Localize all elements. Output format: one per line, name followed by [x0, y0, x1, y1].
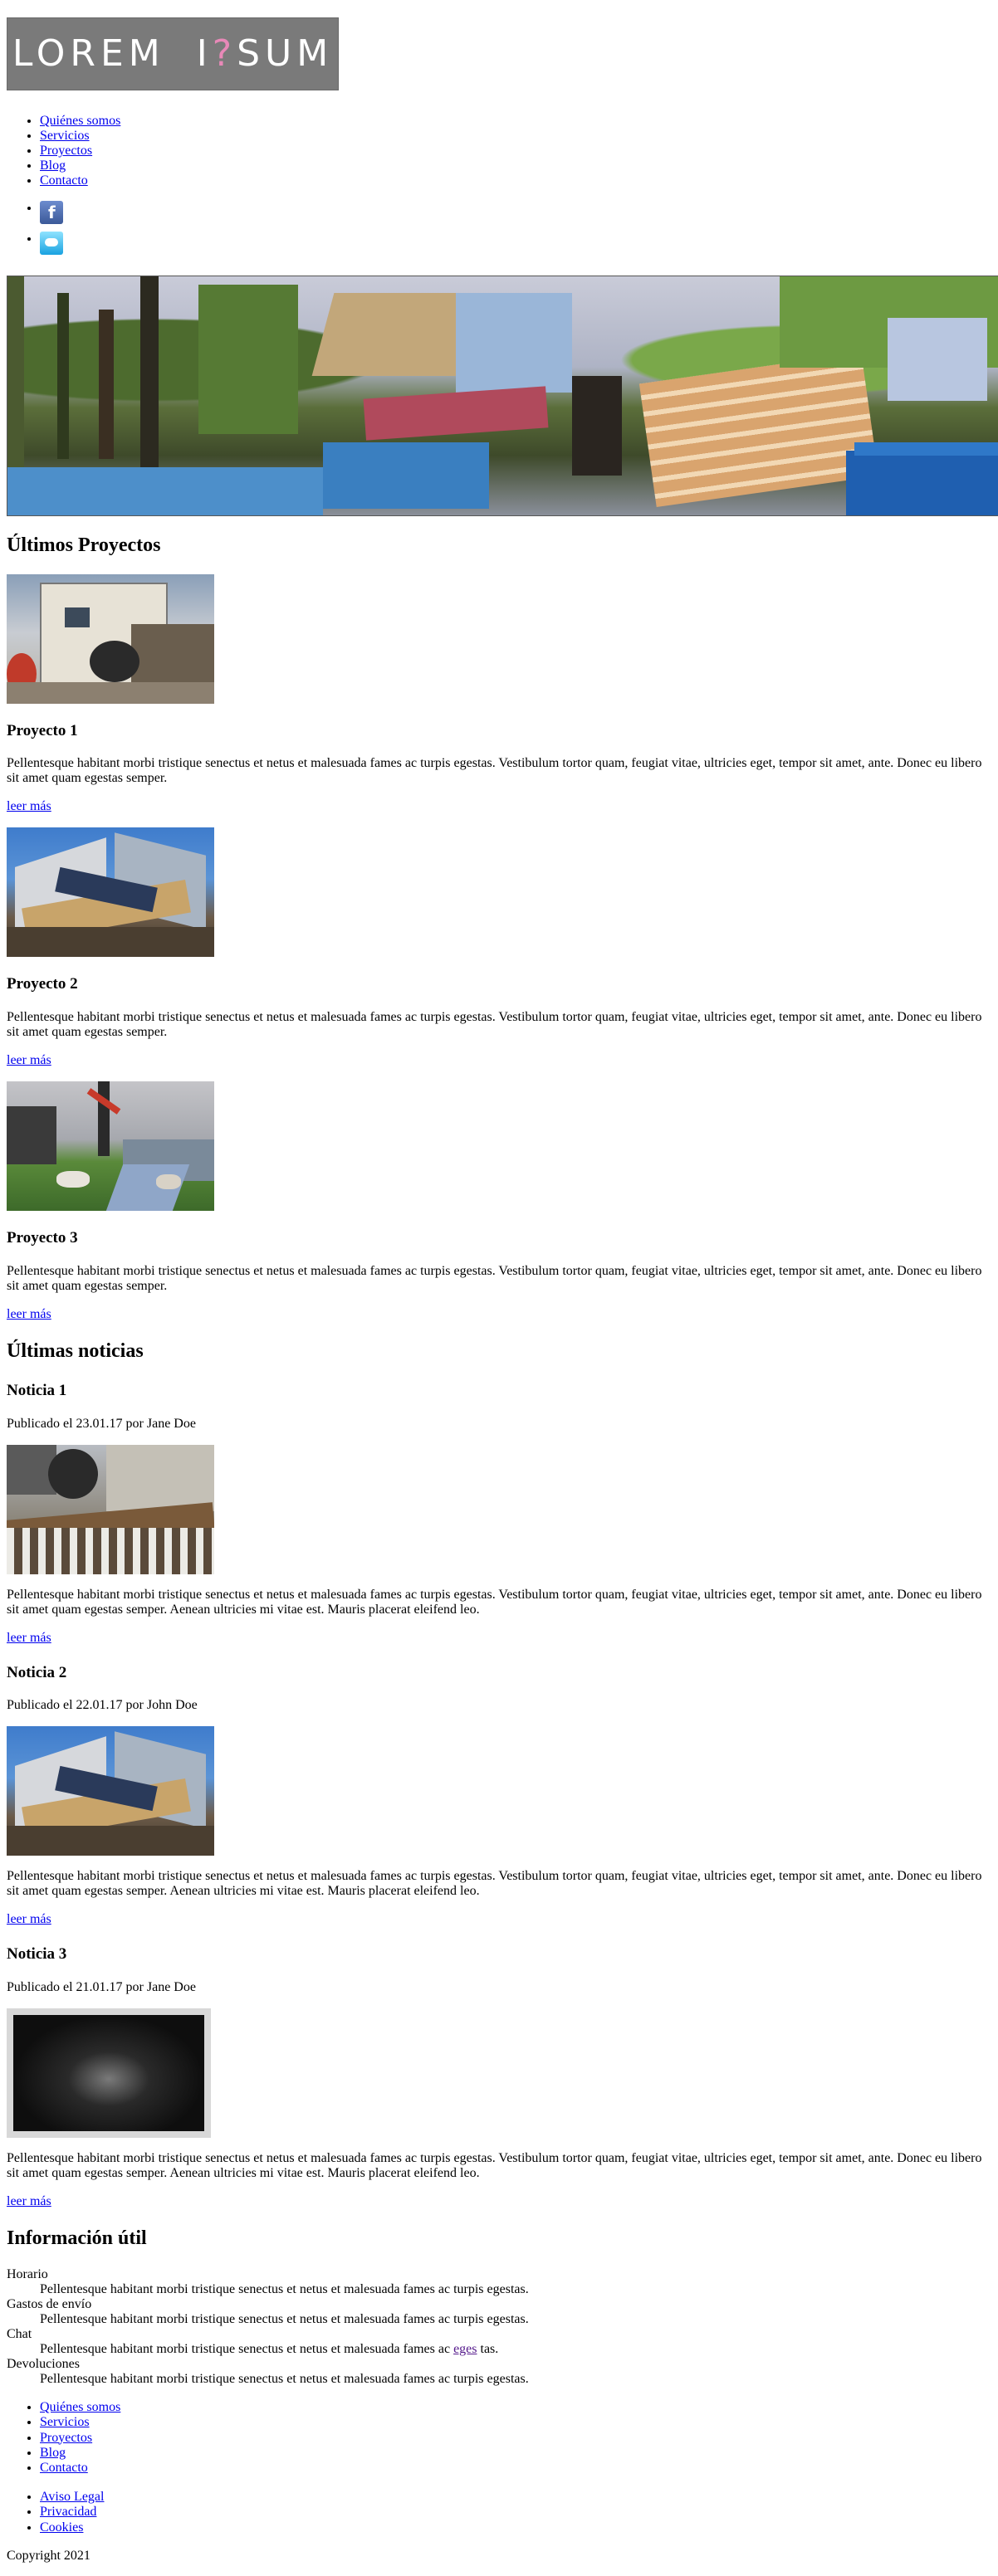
info-term: Chat: [7, 2326, 32, 2341]
read-more-link[interactable]: leer más: [7, 1912, 51, 1926]
logo-image: LOREM I? SUM: [7, 17, 339, 90]
nav-item-servicios: Servicios: [40, 129, 991, 144]
project-card: Proyecto 2 Pellentesque habitant morbi t…: [7, 827, 991, 1068]
info-description: Pellentesque habitant morbi tristique se…: [40, 2281, 529, 2296]
footer-nav-item: Blog: [40, 2446, 991, 2461]
social-item-facebook: [40, 201, 991, 232]
social-item-twitter: [40, 232, 991, 262]
logo-question-mark: ?: [212, 32, 237, 75]
news-description: Pellentesque habitant morbi tristique se…: [7, 1869, 982, 1899]
footer-link-servicios[interactable]: Servicios: [40, 2415, 90, 2429]
project-image: [7, 1081, 214, 1212]
news-heading: Últimas noticias: [7, 1340, 144, 1363]
read-more-link[interactable]: leer más: [7, 2194, 51, 2208]
news-meta: Publicado el 23.01.17 por Jane Doe: [7, 1416, 196, 1431]
hero-image: [7, 276, 998, 516]
nav-link-proyectos[interactable]: Proyectos: [40, 144, 92, 158]
project-image: [7, 827, 214, 958]
news-item: Noticia 1 Publicado el 23.01.17 por Jane…: [7, 1382, 991, 1646]
read-more-link[interactable]: leer más: [7, 1307, 51, 1321]
read-more-link[interactable]: leer más: [7, 1631, 51, 1645]
footer-nav: Quiénes somos Servicios Proyectos Blog C…: [7, 2400, 991, 2476]
legal-link-privacidad[interactable]: Privacidad: [40, 2505, 96, 2519]
news-section: Últimas noticias Noticia 1 Publicado el …: [7, 1340, 991, 2209]
projects-heading: Últimos Proyectos: [7, 534, 161, 556]
news-description: Pellentesque habitant morbi tristique se…: [7, 1587, 982, 1617]
twitter-icon: [40, 232, 63, 255]
facebook-icon: [40, 201, 63, 224]
nav-item-blog: Blog: [40, 159, 991, 173]
legal-nav-item: Aviso Legal: [40, 2490, 991, 2505]
info-description: Pellentesque habitant morbi tristique se…: [40, 2311, 529, 2326]
footer-link-quienes-somos[interactable]: Quiénes somos: [40, 2400, 120, 2414]
news-title: Noticia 3: [7, 1945, 67, 1964]
news-meta: Publicado el 21.01.17 por Jane Doe: [7, 1980, 196, 1995]
legal-link-cookies[interactable]: Cookies: [40, 2520, 83, 2535]
news-item: Noticia 3 Publicado el 21.01.17 por Jane…: [7, 1945, 991, 2209]
twitter-link[interactable]: [40, 232, 63, 255]
footer-nav-item: Contacto: [40, 2461, 991, 2476]
news-title: Noticia 1: [7, 1381, 67, 1399]
logo-text-lorem: LOREM: [12, 32, 165, 75]
news-meta: Publicado el 22.01.17 por John Doe: [7, 1698, 198, 1713]
info-term: Horario: [7, 2266, 48, 2281]
news-image: [7, 1444, 214, 1574]
logo-text-i: I: [196, 32, 213, 75]
footer-nav-item: Proyectos: [40, 2431, 991, 2446]
read-more-link[interactable]: leer más: [7, 799, 51, 813]
facebook-link[interactable]: [40, 201, 63, 224]
info-term: Devoluciones: [7, 2356, 80, 2371]
copyright: Copyright 2021: [7, 2548, 91, 2563]
news-description: Pellentesque habitant morbi tristique se…: [7, 2151, 982, 2181]
project-card: Proyecto 3 Pellentesque habitant morbi t…: [7, 1081, 991, 1322]
info-term: Gastos de envío: [7, 2296, 92, 2311]
inline-link[interactable]: eges: [453, 2342, 477, 2356]
news-image: [7, 2008, 211, 2139]
nav-link-blog[interactable]: Blog: [40, 159, 66, 173]
news-item: Noticia 2 Publicado el 22.01.17 por John…: [7, 1664, 991, 1928]
main-nav: Quiénes somos Servicios Proyectos Blog C…: [7, 114, 991, 188]
info-description: Pellentesque habitant morbi tristique se…: [40, 2341, 499, 2356]
legal-nav-item: Privacidad: [40, 2505, 991, 2520]
legal-link-aviso[interactable]: Aviso Legal: [40, 2490, 104, 2504]
site-footer: Quiénes somos Servicios Proyectos Blog C…: [7, 2400, 991, 2564]
project-title: Proyecto 3: [7, 1229, 78, 1247]
nav-link-contacto[interactable]: Contacto: [40, 173, 88, 188]
social-links: [7, 201, 991, 262]
news-image: [7, 1726, 214, 1856]
nav-item-quienes-somos: Quiénes somos: [40, 114, 991, 129]
footer-nav-item: Quiénes somos: [40, 2400, 991, 2415]
nav-item-contacto: Contacto: [40, 173, 991, 188]
nav-link-servicios[interactable]: Servicios: [40, 129, 90, 143]
project-description: Pellentesque habitant morbi tristique se…: [7, 1010, 982, 1040]
footer-link-proyectos[interactable]: Proyectos: [40, 2431, 92, 2445]
project-description: Pellentesque habitant morbi tristique se…: [7, 1264, 982, 1294]
project-description: Pellentesque habitant morbi tristique se…: [7, 756, 982, 786]
info-heading: Información útil: [7, 2227, 147, 2250]
project-image: [7, 573, 214, 704]
read-more-link[interactable]: leer más: [7, 1053, 51, 1067]
info-description: Pellentesque habitant morbi tristique se…: [40, 2371, 529, 2386]
info-section: Información útil Horario Pellentesque ha…: [7, 2227, 991, 2387]
legal-nav: Aviso Legal Privacidad Cookies: [7, 2490, 991, 2535]
footer-nav-item: Servicios: [40, 2415, 991, 2430]
page: LOREM I?SUM Quiénes somos Servicios Proy…: [0, 17, 998, 2564]
news-title: Noticia 2: [7, 1663, 67, 1681]
project-title: Proyecto 2: [7, 975, 78, 993]
nav-item-proyectos: Proyectos: [40, 144, 991, 159]
legal-nav-item: Cookies: [40, 2520, 991, 2535]
footer-link-contacto[interactable]: Contacto: [40, 2461, 88, 2475]
site-logo[interactable]: LOREM I? SUM: [7, 17, 339, 90]
projects-section: Últimos Proyectos Proyecto 1 Pellentesqu…: [7, 534, 991, 1322]
project-title: Proyecto 1: [7, 721, 78, 739]
logo-text-sum: SUM: [237, 32, 334, 75]
project-card: Proyecto 1 Pellentesque habitant morbi t…: [7, 573, 991, 815]
footer-link-blog[interactable]: Blog: [40, 2446, 66, 2460]
nav-link-quienes-somos[interactable]: Quiénes somos: [40, 114, 120, 128]
info-list: Horario Pellentesque habitant morbi tris…: [7, 2267, 991, 2387]
